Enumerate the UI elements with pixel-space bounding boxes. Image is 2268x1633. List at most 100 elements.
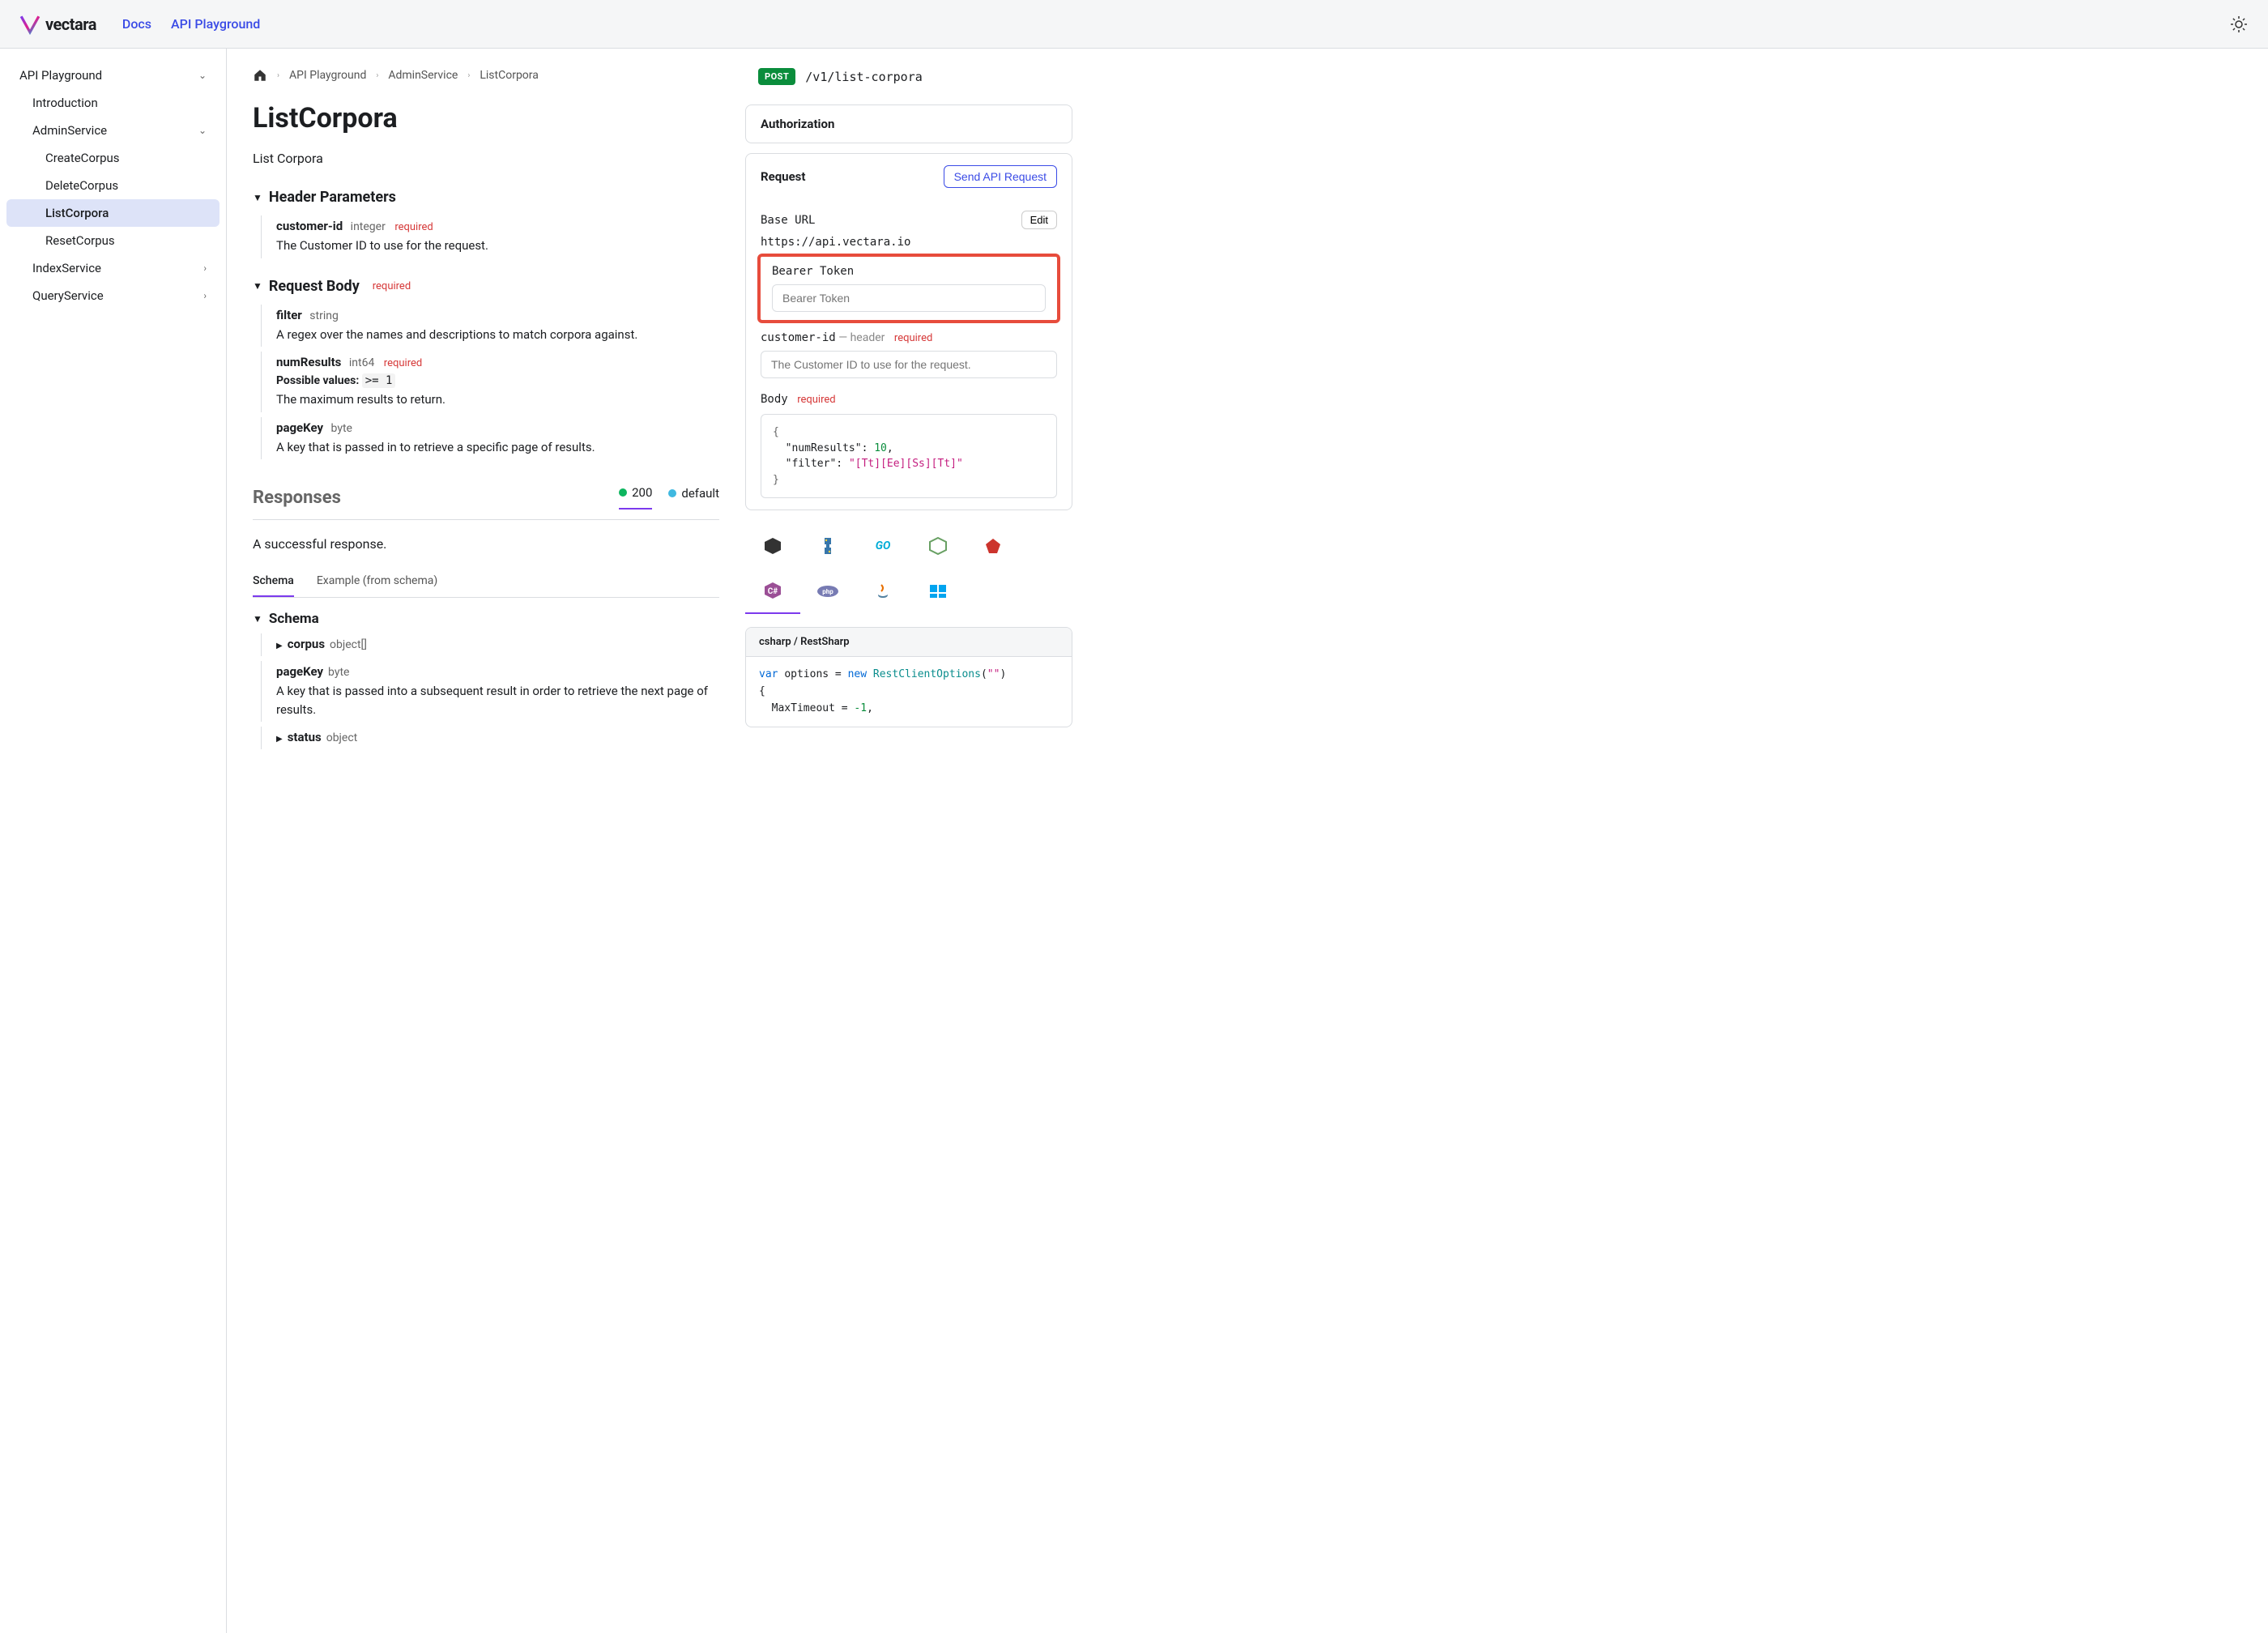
code-sample-header: csharp / RestSharp bbox=[746, 628, 1072, 657]
divider bbox=[253, 519, 719, 520]
sidebar-deletecorpus[interactable]: DeleteCorpus bbox=[6, 172, 220, 199]
authorization-panel: Authorization bbox=[745, 104, 1072, 143]
lang-csharp-icon[interactable]: C# bbox=[745, 569, 800, 614]
required-badge: required bbox=[394, 221, 433, 233]
header-parameters-toggle[interactable]: ▼ Header Parameters bbox=[253, 189, 719, 206]
sidebar-adminservice[interactable]: AdminService ⌄ bbox=[6, 117, 220, 144]
breadcrumb: › API Playground › AdminService › ListCo… bbox=[253, 68, 719, 83]
tab-schema[interactable]: Schema bbox=[253, 574, 294, 597]
schema-toggle[interactable]: ▼ Schema bbox=[253, 611, 719, 627]
edit-button[interactable]: Edit bbox=[1021, 211, 1057, 229]
breadcrumb-adminservice[interactable]: AdminService bbox=[388, 69, 458, 82]
sidebar-listcorpora[interactable]: ListCorpora bbox=[6, 199, 220, 227]
sidebar-label: API Playground bbox=[19, 68, 102, 83]
sidebar-label: AdminService bbox=[32, 123, 107, 138]
param-filter: filter string A regex over the names and… bbox=[261, 305, 719, 347]
response-tabs: 200 default bbox=[619, 485, 719, 510]
status-dot-icon bbox=[619, 488, 627, 497]
lang-powershell-icon[interactable] bbox=[910, 569, 966, 614]
tab-example[interactable]: Example (from schema) bbox=[317, 574, 437, 597]
caret-down-icon: ▼ bbox=[253, 192, 262, 203]
sidebar-resetcorpus[interactable]: ResetCorpus bbox=[6, 227, 220, 254]
bearer-token-highlight: Bearer Token bbox=[757, 254, 1060, 323]
lang-python-icon[interactable] bbox=[800, 523, 855, 569]
required-badge: required bbox=[797, 394, 835, 406]
customer-id-input[interactable] bbox=[761, 351, 1057, 378]
breadcrumb-playground[interactable]: API Playground bbox=[289, 69, 366, 82]
sidebar-label: ListCorpora bbox=[45, 206, 109, 220]
param-type: string bbox=[309, 309, 339, 322]
right-panel: POST /v1/list-corpora Authorization Requ… bbox=[745, 49, 1085, 1633]
responses-title: Responses bbox=[253, 488, 341, 508]
param-desc: A regex over the names and descriptions … bbox=[276, 326, 719, 344]
response-description: A successful response. bbox=[253, 536, 719, 552]
base-url-label: Base URL bbox=[761, 214, 815, 227]
nav-playground[interactable]: API Playground bbox=[171, 16, 260, 32]
sidebar-label: QueryService bbox=[32, 288, 104, 303]
send-api-request-button[interactable]: Send API Request bbox=[944, 165, 1057, 188]
endpoint-row: POST /v1/list-corpora bbox=[745, 68, 1072, 85]
svg-text:C#: C# bbox=[768, 587, 778, 596]
lang-ruby-icon[interactable] bbox=[966, 523, 1021, 569]
request-panel: Request Send API Request Base URL Edit h… bbox=[745, 153, 1072, 510]
logo[interactable]: vectara bbox=[19, 14, 96, 35]
lang-java-icon[interactable] bbox=[855, 569, 910, 614]
bearer-token-label: Bearer Token bbox=[772, 265, 1046, 278]
sidebar-label: CreateCorpus bbox=[45, 151, 120, 165]
schema-pagekey: pageKeybyte A key that is passed into a … bbox=[261, 661, 719, 722]
lang-go-icon[interactable]: GO bbox=[855, 523, 910, 569]
sidebar-label: DeleteCorpus bbox=[45, 178, 118, 193]
param-pagekey: pageKey byte A key that is passed in to … bbox=[261, 417, 719, 460]
param-name: pageKey bbox=[276, 420, 323, 435]
nav-docs[interactable]: Docs bbox=[122, 16, 151, 32]
home-icon[interactable] bbox=[253, 68, 267, 83]
sidebar-api-playground[interactable]: API Playground ⌄ bbox=[6, 62, 220, 89]
chevron-right-icon: › bbox=[203, 290, 207, 301]
body-label: Body bbox=[761, 393, 788, 406]
body-json-editor[interactable]: { "numResults": 10, "filter": "[Tt][Ee][… bbox=[761, 414, 1057, 498]
response-tab-200[interactable]: 200 bbox=[619, 485, 652, 510]
param-type: byte bbox=[331, 422, 352, 435]
response-tab-default[interactable]: default bbox=[668, 485, 719, 510]
schema-status[interactable]: ▶statusobject bbox=[261, 727, 719, 749]
logo-icon bbox=[19, 14, 40, 35]
lang-shell-icon[interactable] bbox=[745, 523, 800, 569]
sidebar-introduction[interactable]: Introduction bbox=[6, 89, 220, 117]
caret-right-icon: ▶ bbox=[276, 642, 283, 650]
sidebar-indexservice[interactable]: IndexService › bbox=[6, 254, 220, 282]
required-badge: required bbox=[384, 357, 422, 369]
bearer-token-input[interactable] bbox=[772, 284, 1046, 312]
schema-tabs: Schema Example (from schema) bbox=[253, 574, 719, 598]
theme-toggle-button[interactable] bbox=[2229, 15, 2249, 34]
customer-id-label: customer-id bbox=[761, 331, 836, 344]
main-content: › API Playground › AdminService › ListCo… bbox=[227, 49, 745, 1633]
chevron-right-icon: › bbox=[277, 71, 279, 80]
page-subtitle: List Corpora bbox=[253, 151, 719, 166]
chevron-down-icon: ⌄ bbox=[198, 125, 207, 136]
param-desc: A key that is passed in to retrieve a sp… bbox=[276, 438, 719, 457]
page-title: ListCorpora bbox=[253, 102, 719, 134]
param-numresults: numResults int64 required Possible value… bbox=[261, 352, 719, 412]
param-customer-id: customer-id integer required The Custome… bbox=[261, 215, 719, 258]
param-name: filter bbox=[276, 308, 302, 322]
sidebar-createcorpus[interactable]: CreateCorpus bbox=[6, 144, 220, 172]
sidebar-queryservice[interactable]: QueryService › bbox=[6, 282, 220, 309]
chevron-down-icon: ⌄ bbox=[198, 70, 207, 81]
code-sample-body: var options = new RestClientOptions("") … bbox=[746, 657, 1072, 727]
lang-nodejs-icon[interactable] bbox=[910, 523, 966, 569]
language-selector: GO C# php bbox=[745, 523, 1072, 614]
chevron-right-icon: › bbox=[467, 71, 470, 80]
lang-php-icon[interactable]: php bbox=[800, 569, 855, 614]
code-sample-panel: csharp / RestSharp var options = new Res… bbox=[745, 627, 1072, 727]
svg-text:php: php bbox=[822, 588, 833, 595]
request-body-toggle[interactable]: ▼ Request Body required bbox=[253, 278, 719, 295]
sun-icon bbox=[2229, 15, 2249, 34]
param-desc: The Customer ID to use for the request. bbox=[276, 237, 719, 255]
param-type: integer bbox=[351, 220, 386, 233]
sidebar: API Playground ⌄ Introduction AdminServi… bbox=[0, 49, 227, 1633]
status-dot-icon bbox=[668, 489, 676, 497]
schema-corpus[interactable]: ▶corpusobject[] bbox=[261, 633, 719, 656]
panel-title: Authorization bbox=[746, 105, 1072, 143]
logo-text: vectara bbox=[45, 15, 96, 34]
required-badge: required bbox=[373, 280, 411, 292]
